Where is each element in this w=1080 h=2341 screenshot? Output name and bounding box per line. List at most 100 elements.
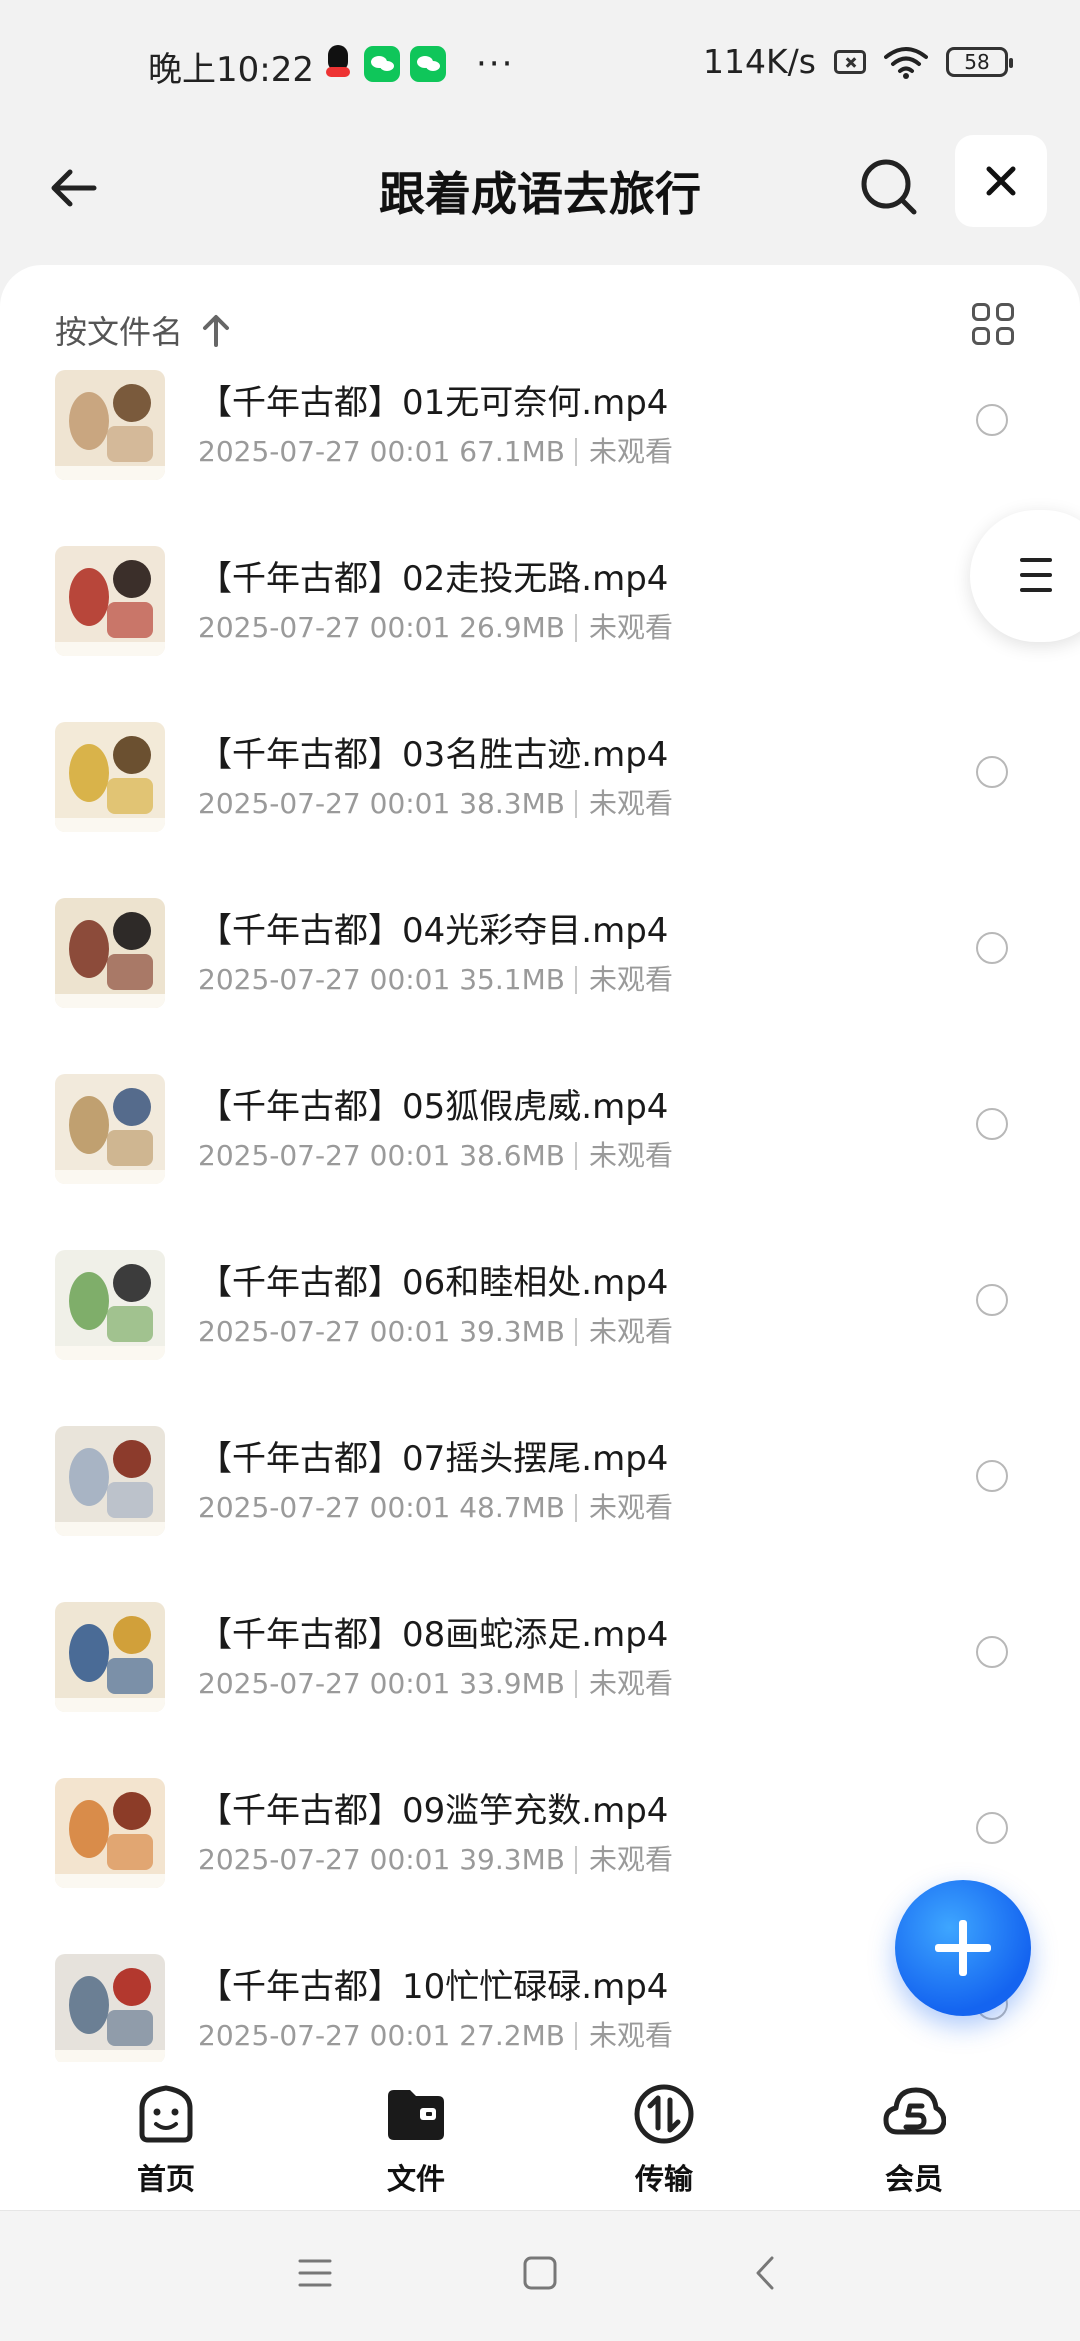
file-date: 2025-07-27 00:01 (198, 1315, 451, 1348)
video-thumbnail (55, 898, 165, 1008)
meta-divider (574, 1494, 577, 1522)
status-bar: 晚上10:22 ··· 114K/s 58 (0, 0, 1080, 130)
file-meta: 2025-07-27 00:01 48.7MB 未观看 (198, 1486, 673, 1526)
video-thumbnail (55, 1426, 165, 1536)
meta-divider (574, 1318, 577, 1346)
file-name: 【千年古都】04光彩夺目.mp4 (198, 911, 669, 951)
file-meta: 2025-07-27 00:01 26.9MB 未观看 (198, 606, 673, 646)
video-thumbnail (55, 1074, 165, 1184)
select-checkbox[interactable] (976, 1108, 1008, 1140)
meta-divider (574, 1846, 577, 1874)
system-navigation-bar (0, 2210, 1080, 2341)
wechat-icon (410, 46, 446, 82)
select-checkbox[interactable] (976, 1812, 1008, 1844)
file-name: 【千年古都】05狐假虎威.mp4 (198, 1087, 669, 1127)
nav-home[interactable]: 首页 (86, 2082, 246, 2202)
nav-vip[interactable]: 会员 (834, 2082, 994, 2202)
close-icon (986, 166, 1016, 196)
file-size: 67.1MB (459, 435, 565, 468)
watch-status: 未观看 (588, 1491, 673, 1524)
file-list-panel: 按文件名 【千年古都】01无可奈何.mp4 2025-07-27 00:01 67… (0, 265, 1080, 2065)
home-square-icon[interactable] (523, 2255, 557, 2291)
select-checkbox[interactable] (976, 1460, 1008, 1492)
file-name: 【千年古都】09滥竽充数.mp4 (198, 1791, 669, 1831)
file-meta: 2025-07-27 00:01 27.2MB 未观看 (198, 2014, 673, 2054)
grid-view-icon (972, 303, 990, 321)
file-date: 2025-07-27 00:01 (198, 1139, 451, 1172)
file-size: 38.3MB (459, 787, 565, 820)
recent-apps-icon[interactable] (298, 2257, 332, 2289)
nav-label: 传输 (634, 2162, 693, 2196)
no-sim-icon (834, 49, 866, 74)
file-size: 26.9MB (459, 611, 565, 644)
file-meta: 2025-07-27 00:01 38.3MB 未观看 (198, 782, 673, 822)
video-thumbnail (55, 370, 165, 480)
back-triangle-icon[interactable] (752, 2255, 778, 2291)
file-row[interactable]: 【千年古都】08画蛇添足.mp4 2025-07-27 00:01 33.9MB 未… (0, 1602, 1080, 1778)
file-name: 【千年古都】07摇头摆尾.mp4 (198, 1439, 669, 1479)
file-row[interactable]: 【千年古都】01无可奈何.mp4 2025-07-27 00:01 67.1MB 未… (0, 370, 1080, 546)
grid-view-toggle[interactable] (972, 303, 1022, 353)
cloud-vip-icon (883, 2087, 947, 2135)
file-row[interactable]: 【千年古都】04光彩夺目.mp4 2025-07-27 00:01 35.1MB 未… (0, 898, 1080, 1074)
folder-icon (388, 2090, 444, 2140)
file-size: 33.9MB (459, 1667, 565, 1700)
file-meta: 2025-07-27 00:01 67.1MB 未观看 (198, 430, 673, 470)
watch-status: 未观看 (588, 1843, 673, 1876)
file-row[interactable]: 【千年古都】07摇头摆尾.mp4 2025-07-27 00:01 48.7MB 未… (0, 1426, 1080, 1602)
select-checkbox[interactable] (976, 932, 1008, 964)
file-row[interactable]: 【千年古都】05狐假虎威.mp4 2025-07-27 00:01 38.6MB 未… (0, 1074, 1080, 1250)
watch-status: 未观看 (588, 435, 673, 468)
meta-divider (574, 1670, 577, 1698)
watch-status: 未观看 (588, 2019, 673, 2052)
menu-icon (1020, 588, 1052, 592)
file-date: 2025-07-27 00:01 (198, 963, 451, 996)
wechat-icon (364, 46, 400, 82)
system-status: 114K/s 58 (703, 42, 1013, 81)
grid-view-icon (972, 327, 990, 345)
file-size: 35.1MB (459, 963, 565, 996)
qq-icon (322, 45, 354, 83)
watch-status: 未观看 (588, 611, 673, 644)
select-checkbox[interactable] (976, 404, 1008, 436)
select-checkbox[interactable] (976, 756, 1008, 788)
sort-label: 按文件名 (55, 313, 184, 351)
network-speed: 114K/s (703, 42, 816, 81)
top-app-bar: 跟着成语去旅行 (0, 130, 1080, 260)
meta-divider (574, 2022, 577, 2050)
file-size: 39.3MB (459, 1315, 565, 1348)
file-row[interactable]: 【千年古都】02走投无路.mp4 2025-07-27 00:01 26.9MB 未… (0, 546, 1080, 722)
select-checkbox[interactable] (976, 1284, 1008, 1316)
file-date: 2025-07-27 00:01 (198, 1843, 451, 1876)
file-date: 2025-07-27 00:01 (198, 1491, 451, 1524)
grid-view-icon (996, 327, 1014, 345)
smiley-home-icon (139, 2085, 193, 2143)
file-date: 2025-07-27 00:01 (198, 787, 451, 820)
file-row[interactable]: 【千年古都】06和睦相处.mp4 2025-07-27 00:01 39.3MB 未… (0, 1250, 1080, 1426)
select-checkbox[interactable] (976, 1636, 1008, 1668)
video-thumbnail (55, 546, 165, 656)
add-button[interactable] (895, 1880, 1031, 2016)
video-thumbnail (55, 1954, 165, 2064)
bottom-navigation: 首页 文件 传输 会员 (0, 2062, 1080, 2210)
file-meta: 2025-07-27 00:01 39.3MB 未观看 (198, 1838, 673, 1878)
meta-divider (574, 790, 577, 818)
close-button[interactable] (955, 135, 1047, 227)
status-time: 晚上10:22 (148, 50, 314, 90)
file-meta: 2025-07-27 00:01 33.9MB 未观看 (198, 1662, 673, 1702)
file-row[interactable]: 【千年古都】03名胜古迹.mp4 2025-07-27 00:01 38.3MB 未… (0, 722, 1080, 898)
file-name: 【千年古都】03名胜古迹.mp4 (198, 735, 669, 775)
sort-control[interactable]: 按文件名 (55, 305, 231, 355)
watch-status: 未观看 (588, 787, 673, 820)
file-name: 【千年古都】02走投无路.mp4 (198, 559, 669, 599)
watch-status: 未观看 (588, 1139, 673, 1172)
nav-transfer[interactable]: 传输 (584, 2082, 744, 2202)
video-thumbnail (55, 1778, 165, 1888)
file-size: 48.7MB (459, 1491, 565, 1524)
wifi-icon (884, 46, 928, 79)
nav-files[interactable]: 文件 (336, 2082, 496, 2202)
file-date: 2025-07-27 00:01 (198, 435, 451, 468)
search-icon[interactable] (856, 154, 922, 220)
menu-icon (1020, 558, 1052, 562)
file-meta: 2025-07-27 00:01 35.1MB 未观看 (198, 958, 673, 998)
